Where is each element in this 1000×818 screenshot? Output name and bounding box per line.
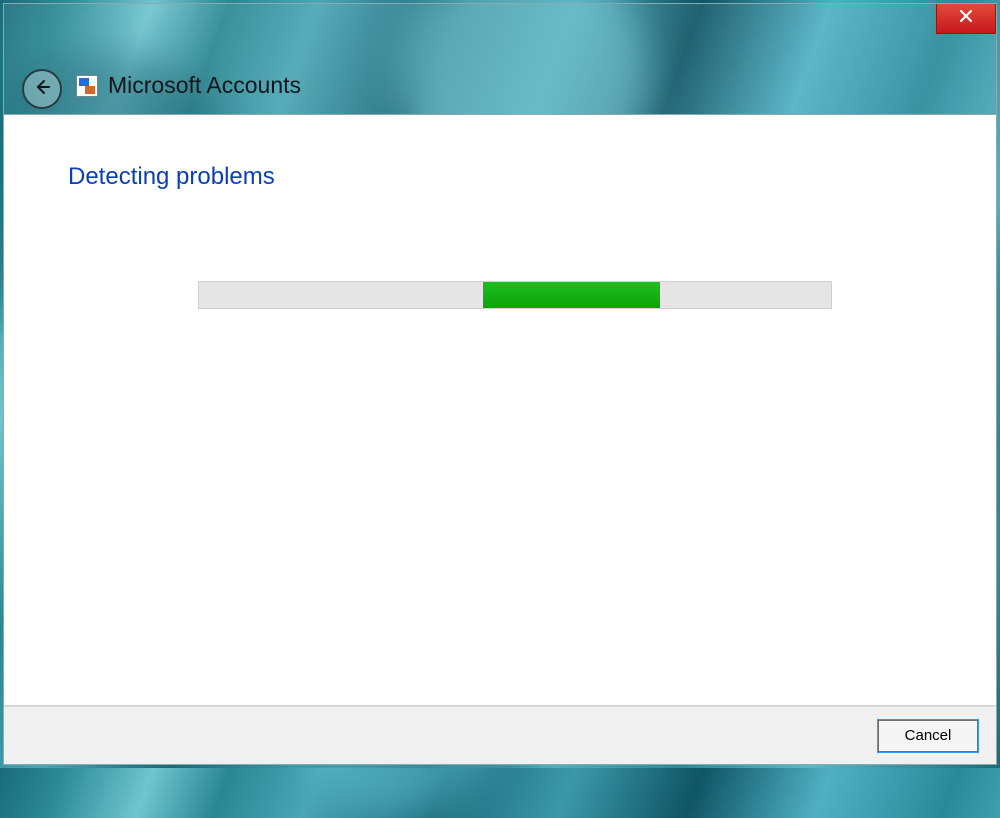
status-heading: Detecting problems [68, 163, 932, 191]
close-button[interactable] [936, 4, 996, 34]
cancel-button[interactable]: Cancel [878, 720, 978, 752]
progress-bar [198, 281, 832, 309]
close-icon [959, 9, 973, 28]
footer-bar: Cancel [4, 706, 996, 764]
arrow-left-icon [33, 78, 51, 101]
progress-container [198, 281, 832, 309]
troubleshooter-window: Microsoft Accounts Detecting problems Ca… [3, 3, 997, 765]
window-header: Microsoft Accounts [4, 4, 996, 114]
progress-bar-segment [483, 282, 660, 308]
page-title: Microsoft Accounts [108, 72, 301, 99]
back-button[interactable] [22, 69, 62, 109]
header-title-group: Microsoft Accounts [76, 72, 301, 99]
content-area: Detecting problems [4, 114, 996, 706]
troubleshooter-app-icon [76, 75, 98, 97]
